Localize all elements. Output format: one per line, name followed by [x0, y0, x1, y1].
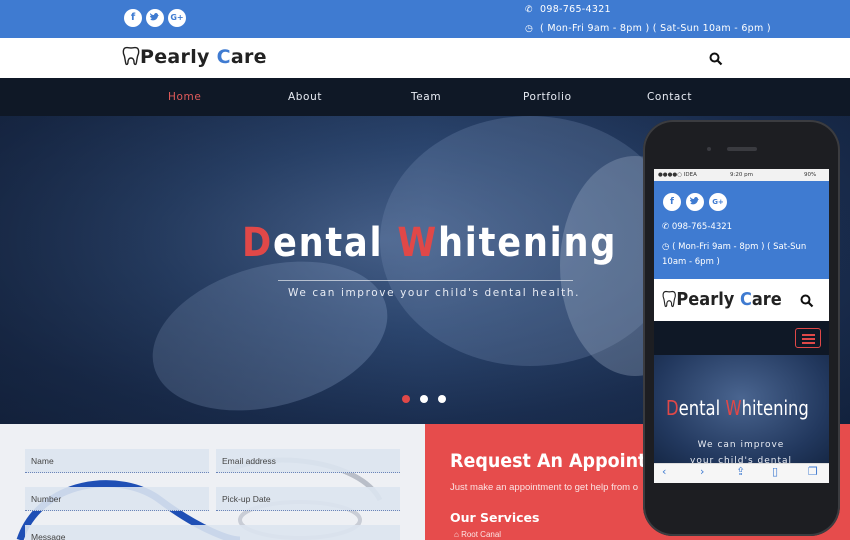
logo-text-earl: earl — [154, 46, 198, 68]
phone-site-logo[interactable]: Pearly Care — [662, 289, 782, 310]
share-icon[interactable]: ⇪ — [736, 465, 745, 478]
phone-contact: ✆ 098-765-4321 — [525, 4, 611, 15]
hours-contact: ◷ ( Mon-Fri 9am - 8pm ) ( Sat-Sun 10am - … — [525, 23, 771, 34]
tooth-icon — [662, 290, 676, 308]
service-item[interactable]: ⌂ Root Canal — [454, 530, 501, 539]
forward-icon[interactable]: › — [700, 465, 704, 478]
nav-team[interactable]: Team — [411, 91, 441, 103]
appointment-text: Just make an appointment to get help fro… — [450, 482, 638, 493]
nav-contact[interactable]: Contact — [647, 91, 692, 103]
phone-contact-number: ✆ 098-765-4321 — [662, 222, 733, 232]
google-plus-icon[interactable]: G+ — [168, 9, 186, 27]
services-title: Our Services — [450, 510, 540, 525]
site-logo[interactable]: Pearly Care — [122, 46, 267, 68]
phone-twitter-icon[interactable] — [686, 193, 704, 211]
slider-dot-1[interactable] — [402, 395, 410, 403]
clock-icon: ◷ — [662, 242, 673, 252]
hero-divider — [278, 280, 573, 281]
twitter-icon[interactable] — [146, 9, 164, 27]
phone-status-bar: ●●●●○ IDEA 9:20 pm 90% — [654, 169, 829, 181]
tooth-small-icon: ⌂ — [454, 530, 462, 539]
phone-speaker — [727, 147, 757, 151]
number-field[interactable]: Number — [25, 487, 209, 511]
status-carrier: ●●●●○ IDEA — [658, 172, 697, 178]
logo-text-c: C — [216, 46, 231, 68]
back-icon[interactable]: ‹ — [662, 465, 666, 478]
hero-title: Dental Whitening — [242, 220, 618, 266]
facebook-icon[interactable]: f — [124, 9, 142, 27]
logo-text-y: y — [197, 46, 217, 68]
phone-icon: ✆ — [662, 222, 672, 232]
nav-about[interactable]: About — [288, 91, 322, 103]
logo-text-are: are — [230, 46, 267, 68]
phone-hours: ◷ ( Mon-Fri 9am - 8pm ) ( Sat-Sun 10am -… — [662, 242, 807, 267]
hamburger-menu-icon[interactable] — [795, 328, 821, 348]
status-battery: 90% — [804, 172, 817, 178]
phone-number: 098-765-4321 — [540, 4, 611, 15]
phone-icon: ✆ — [525, 5, 533, 15]
nav-portfolio[interactable]: Portfolio — [523, 91, 572, 103]
opening-hours: ( Mon-Fri 9am - 8pm ) ( Sat-Sun 10am - 6… — [540, 23, 771, 34]
tooth-icon — [122, 46, 140, 66]
phone-google-plus-icon[interactable]: G+ — [709, 193, 727, 211]
slider-dot-2[interactable] — [420, 395, 428, 403]
clock-icon: ◷ — [525, 24, 534, 34]
message-field[interactable]: Message — [25, 525, 400, 540]
phone-hero-title: Dental Whitening — [666, 396, 809, 420]
nav-home[interactable]: Home — [168, 91, 201, 103]
phone-search-icon[interactable] — [800, 294, 814, 308]
name-field[interactable]: Name — [25, 449, 209, 473]
phone-camera — [707, 147, 711, 151]
slider-dot-3[interactable] — [438, 395, 446, 403]
logo-text-p: P — [140, 46, 155, 68]
email-field[interactable]: Email address — [216, 449, 400, 473]
status-time: 9:20 pm — [730, 172, 753, 178]
tabs-icon[interactable]: ❐ — [808, 465, 818, 478]
hero-subtitle: We can improve your child's dental healt… — [288, 287, 581, 299]
bookmarks-icon[interactable]: ▯ — [772, 465, 778, 478]
search-icon[interactable] — [709, 52, 723, 66]
pickup-date-field[interactable]: Pick-up Date — [216, 487, 400, 511]
phone-facebook-icon[interactable]: f — [663, 193, 681, 211]
